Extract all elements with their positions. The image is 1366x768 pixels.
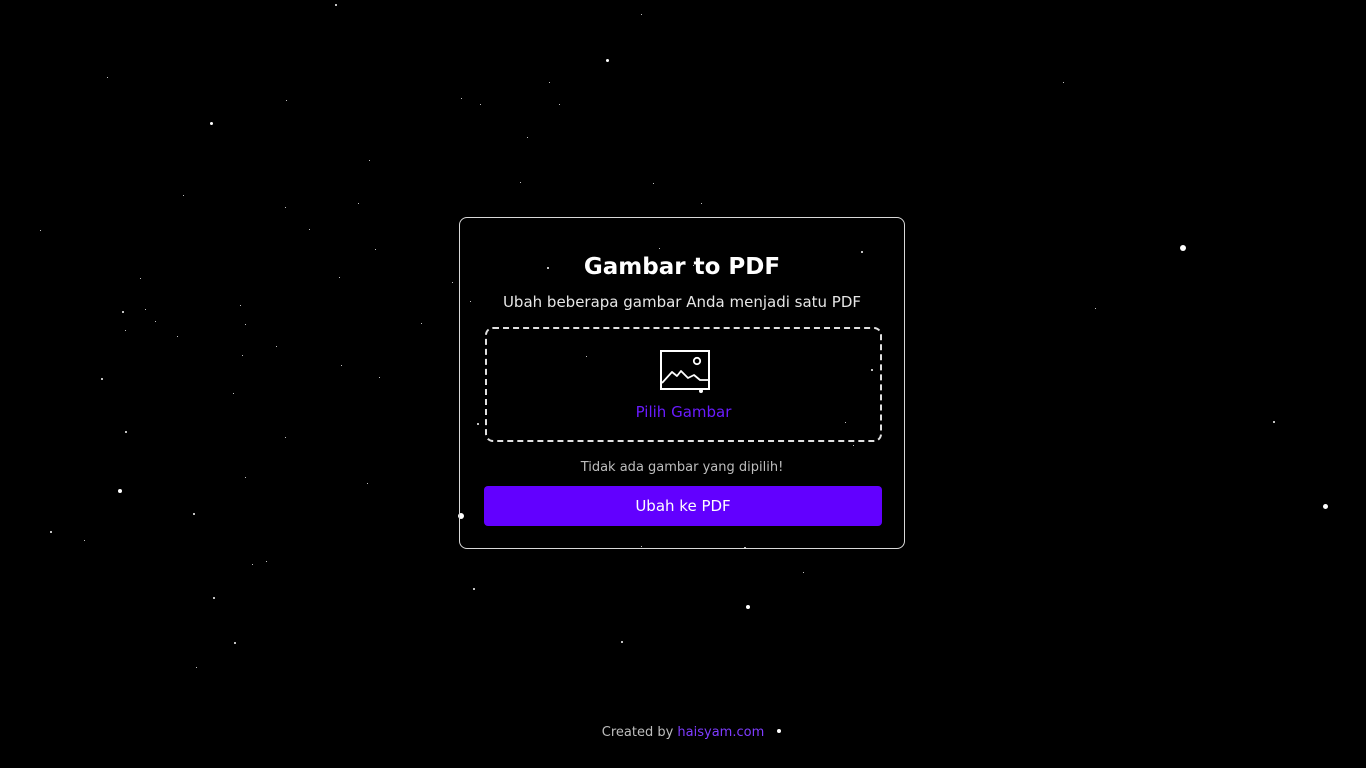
- star-dot: [374, 248, 376, 250]
- image-dropzone[interactable]: Pilih Gambar: [485, 327, 882, 442]
- star-dot: [746, 605, 750, 609]
- star-dot: [802, 571, 804, 573]
- star-dot: [139, 277, 141, 279]
- no-image-status: Tidak ada gambar yang dipilih!: [580, 460, 784, 475]
- star-dot: [265, 560, 267, 562]
- star-dot: [182, 194, 184, 196]
- star-dot: [1322, 503, 1328, 509]
- star-dot: [460, 97, 462, 99]
- star-dot: [195, 666, 197, 668]
- star-dot: [378, 376, 380, 378]
- star-dot: [193, 513, 195, 515]
- star-dot: [50, 531, 52, 533]
- star-dot: [244, 476, 246, 478]
- star-dot: [526, 136, 528, 138]
- star-dot: [118, 489, 122, 493]
- footer-prefix: Created by: [601, 725, 674, 740]
- star-dot: [125, 431, 127, 433]
- star-dot: [39, 229, 41, 231]
- star-dot: [652, 182, 654, 184]
- star-dot: [451, 281, 453, 283]
- star-dot: [275, 345, 277, 347]
- star-dot: [640, 13, 642, 15]
- star-dot: [285, 99, 287, 101]
- star-dot: [122, 311, 124, 313]
- star-dot: [234, 642, 236, 644]
- star-dot: [209, 121, 213, 125]
- star-dot: [83, 539, 85, 541]
- star-dot: [284, 436, 286, 438]
- star-dot: [1180, 245, 1186, 251]
- star-dot: [1094, 307, 1096, 309]
- star-dot: [420, 322, 422, 324]
- star-dot: [357, 202, 359, 204]
- star-dot: [558, 103, 560, 105]
- star-dot: [176, 335, 178, 337]
- star-dot: [232, 392, 234, 394]
- star-dot: [213, 597, 215, 599]
- converter-card: Gambar to PDF Ubah beberapa gambar Anda …: [459, 217, 905, 549]
- page-title: Gambar to PDF: [583, 254, 781, 280]
- star-dot: [251, 563, 253, 565]
- star-dot: [144, 308, 146, 310]
- footer-credit: Created by haisyam.com: [0, 725, 1366, 740]
- star-dot: [621, 641, 623, 643]
- footer-link[interactable]: haisyam.com: [677, 725, 764, 740]
- star-dot: [106, 76, 108, 78]
- star-dot: [308, 228, 310, 230]
- star-dot: [284, 206, 286, 208]
- star-dot: [605, 58, 609, 62]
- star-dot: [366, 482, 368, 484]
- star-dot: [479, 103, 481, 105]
- star-dot: [244, 323, 246, 325]
- star-dot: [101, 378, 103, 380]
- image-icon: [660, 350, 710, 390]
- star-dot: [239, 304, 241, 306]
- star-dot: [1062, 81, 1064, 83]
- star-dot: [154, 320, 156, 322]
- star-dot: [368, 159, 370, 161]
- star-dot: [338, 276, 340, 278]
- star-dot: [548, 81, 550, 83]
- star-dot: [241, 354, 243, 356]
- page-subtitle: Ubah beberapa gambar Anda menjadi satu P…: [502, 293, 862, 311]
- star-dot: [124, 329, 126, 331]
- star-dot: [473, 588, 475, 590]
- star-dot: [335, 4, 337, 6]
- star-dot: [700, 202, 702, 204]
- star-dot: [519, 181, 521, 183]
- star-dot: [340, 364, 342, 366]
- convert-to-pdf-button[interactable]: Ubah ke PDF: [484, 486, 882, 526]
- star-dot: [1273, 421, 1275, 423]
- pick-image-label[interactable]: Pilih Gambar: [487, 403, 880, 421]
